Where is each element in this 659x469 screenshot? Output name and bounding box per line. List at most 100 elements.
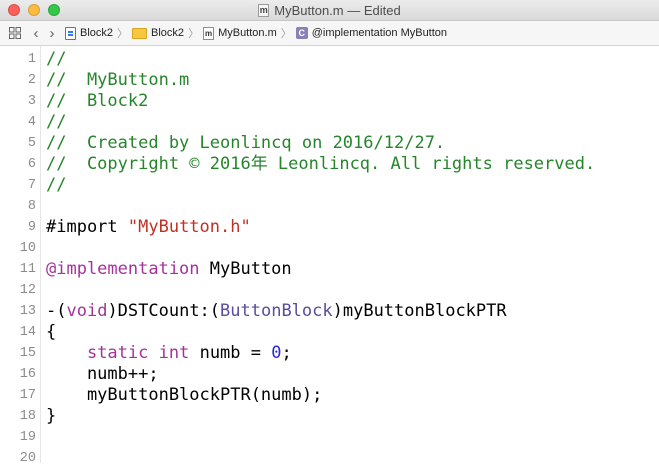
line-number: 3	[27, 94, 36, 109]
code-token-string: "MyButton.h"	[127, 217, 251, 237]
code-line[interactable]: 11 @implementation MyButton	[0, 259, 659, 280]
code-line[interactable]: 8	[0, 196, 659, 217]
class-c-icon: C	[295, 27, 308, 39]
objc-file-icon: m	[203, 26, 215, 40]
code-token-type: ButtonBlock	[220, 301, 333, 321]
code-text: // MyButton.m	[46, 70, 189, 91]
code-token-plain: ;	[281, 343, 292, 363]
line-number: 13	[19, 304, 36, 319]
code-line[interactable]: 3 // Block2	[0, 91, 659, 112]
crumb-label: Block2	[151, 27, 185, 39]
forward-arrow-icon[interactable]: ›	[45, 25, 59, 42]
chevron-right-icon: 〉	[117, 28, 129, 40]
line-number: 14	[19, 325, 36, 340]
code-token-number: 0	[271, 343, 282, 363]
code-text: static int numb = 0;	[46, 343, 292, 364]
line-number: 17	[19, 388, 36, 403]
jump-bar: ‹ › Block2 〉 Block2 〉 m MyButton.m 〉 C @…	[0, 21, 659, 46]
line-number: 15	[19, 346, 36, 361]
code-line[interactable]: 4 //	[0, 112, 659, 133]
code-token-comment: // Block2	[46, 91, 149, 111]
line-number: 7	[27, 178, 36, 193]
code-token-comment: //	[46, 112, 67, 132]
objc-file-icon: m	[258, 3, 270, 17]
code-text: #import "MyButton.h"	[46, 217, 251, 238]
code-token-plain: {	[46, 322, 57, 342]
line-number: 20	[19, 451, 36, 466]
code-token-comment: //	[46, 175, 67, 195]
code-text: //	[46, 49, 66, 70]
code-line[interactable]: 12	[0, 280, 659, 301]
code-token-keyword: void	[66, 301, 108, 321]
crumb-label: @implementation MyButton	[311, 27, 448, 39]
related-items-grid-icon[interactable]	[9, 27, 21, 39]
crumb-group[interactable]: Block2	[132, 27, 184, 39]
code-text: // Copyright © 2016年 Leonlincq. All righ…	[46, 154, 595, 175]
line-number: 6	[27, 157, 36, 172]
code-token-comment: // MyButton.m	[46, 70, 190, 90]
code-line[interactable]: 6 // Copyright © 2016年 Leonlincq. All rig…	[0, 154, 659, 175]
code-text: -(void)DSTCount:(ButtonBlock)myButtonBlo…	[46, 301, 507, 322]
code-line[interactable]: 20	[0, 448, 659, 469]
code-line[interactable]: 9 #import "MyButton.h"	[0, 217, 659, 238]
line-number: 8	[27, 199, 36, 214]
code-line[interactable]: 16 numb++;	[0, 364, 659, 385]
line-number: 11	[19, 262, 36, 277]
code-token-keyword: int	[158, 343, 190, 363]
code-text: {	[46, 322, 56, 343]
line-number: 18	[19, 409, 36, 424]
code-token-plain: numb =	[189, 343, 272, 363]
window-title-area: m MyButton.m — Edited	[0, 0, 659, 20]
title-bar: m MyButton.m — Edited	[0, 0, 659, 21]
line-number: 19	[19, 430, 36, 445]
code-line[interactable]: 14 {	[0, 322, 659, 343]
code-token-keyword: @implementation	[46, 259, 200, 279]
code-token-keyword: static	[86, 343, 149, 363]
code-line[interactable]: 10	[0, 238, 659, 259]
folder-icon	[132, 27, 148, 39]
crumb-symbol[interactable]: C @implementation MyButton	[295, 27, 448, 39]
code-token-comment: // Created by Leonlincq on 2016/12/27.	[46, 133, 446, 153]
code-text: }	[46, 406, 56, 427]
crumb-label: Block2	[80, 27, 114, 39]
code-text: //	[46, 112, 66, 133]
code-token-plain: #import	[46, 217, 128, 237]
line-number: 1	[27, 52, 36, 67]
crumb-file[interactable]: m MyButton.m	[203, 26, 277, 40]
crumb-label: MyButton.m	[218, 27, 277, 39]
chevron-right-icon: 〉	[188, 28, 200, 40]
project-icon	[65, 26, 76, 40]
code-line[interactable]: 17 myButtonBlockPTR(numb);	[0, 385, 659, 406]
code-line[interactable]: 18}	[0, 406, 659, 427]
line-number: 16	[19, 367, 36, 382]
code-token-comment: // Copyright © 2016年 Leonlincq. All righ…	[46, 154, 596, 174]
crumb-project[interactable]: Block2	[65, 26, 114, 40]
window-title: MyButton.m — Edited	[274, 2, 401, 18]
code-line[interactable]: 1 //	[0, 49, 659, 70]
code-line[interactable]: 2 // MyButton.m	[0, 70, 659, 91]
code-token-plain: myButtonBlockPTR(numb);	[46, 385, 323, 405]
line-number: 12	[19, 283, 36, 298]
code-text: numb++;	[46, 364, 159, 385]
line-number: 10	[19, 241, 36, 256]
code-line[interactable]: 7 //	[0, 175, 659, 196]
code-token-plain: }	[46, 406, 57, 426]
code-token-plain: MyButton	[199, 259, 292, 279]
code-token-comment: //	[46, 49, 67, 69]
code-text: @implementation MyButton	[46, 259, 292, 280]
code-line[interactable]: 19	[0, 427, 659, 448]
code-line[interactable]: 13 -(void)DSTCount:(ButtonBlock)myButtonB…	[0, 301, 659, 322]
line-number: 4	[27, 115, 36, 130]
code-token-plain: )myButtonBlockPTR	[332, 301, 507, 321]
code-token-plain: numb++;	[46, 364, 159, 384]
line-number: 9	[27, 220, 36, 235]
source-editor[interactable]: 1 // 2 // MyButton.m 3 // Block2 4 // 5 // Create…	[0, 46, 659, 466]
code-text: // Created by Leonlincq on 2016/12/27.	[46, 133, 445, 154]
code-text: // Block2	[46, 91, 148, 112]
code-line[interactable]: 15 static int numb = 0;	[0, 343, 659, 364]
code-line[interactable]: 5 // Created by Leonlincq on 2016/12/27.	[0, 133, 659, 154]
back-arrow-icon[interactable]: ‹	[29, 25, 43, 42]
code-text: //	[46, 175, 66, 196]
